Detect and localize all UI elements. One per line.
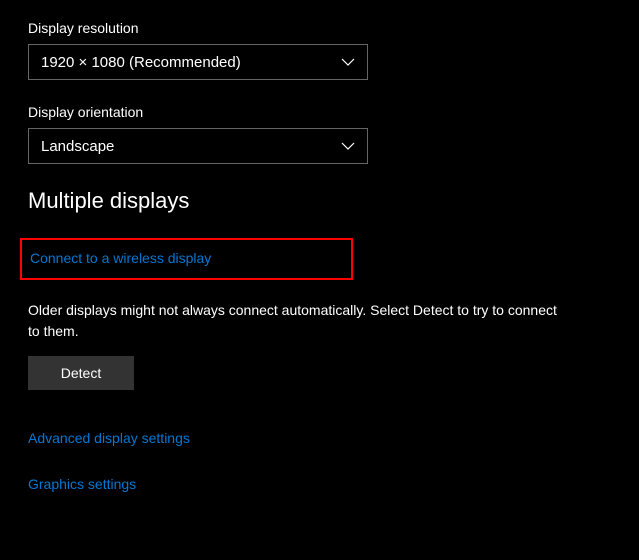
advanced-display-settings-link[interactable]: Advanced display settings xyxy=(28,430,190,446)
graphics-settings-link[interactable]: Graphics settings xyxy=(28,476,136,492)
display-resolution-dropdown[interactable]: 1920 × 1080 (Recommended) xyxy=(28,44,368,80)
multiple-displays-heading: Multiple displays xyxy=(28,188,611,214)
display-resolution-label: Display resolution xyxy=(28,20,611,36)
highlighted-connect-box: Connect to a wireless display xyxy=(20,238,353,280)
display-orientation-label: Display orientation xyxy=(28,104,611,120)
connect-wireless-display-link[interactable]: Connect to a wireless display xyxy=(30,250,211,266)
chevron-down-icon xyxy=(341,141,355,151)
display-orientation-value: Landscape xyxy=(41,138,114,155)
detect-button[interactable]: Detect xyxy=(28,356,134,390)
detect-info-text: Older displays might not always connect … xyxy=(28,300,568,342)
display-orientation-dropdown[interactable]: Landscape xyxy=(28,128,368,164)
chevron-down-icon xyxy=(341,57,355,67)
display-resolution-value: 1920 × 1080 (Recommended) xyxy=(41,54,241,71)
